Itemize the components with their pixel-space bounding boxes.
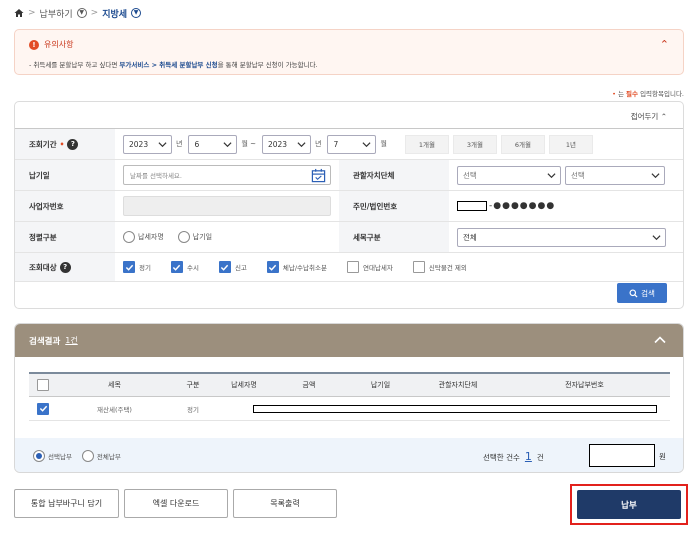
period-row: 조회기간 • ? 2023 년 6 월 ~ 2023 년 7 월 1개월 3개월 … (15, 129, 683, 160)
search-form-table: 조회기간 • ? 2023 년 6 월 ~ 2023 년 7 월 1개월 3개월 … (15, 128, 683, 282)
sort-taxpayer-radio[interactable]: 납세자명 (123, 231, 164, 243)
alert-icon: ! (29, 39, 39, 50)
search-button[interactable]: 검색 (617, 283, 667, 303)
due-date-input[interactable]: 날짜를 선택하세요. (123, 165, 331, 185)
amount-unit: 원 (659, 452, 666, 461)
due-date-row: 납기일 날짜를 선택하세요. 관할자치단체 선택 선택 (15, 160, 683, 191)
amount-field (589, 444, 655, 467)
tax-item-label: 세목구분 (339, 222, 449, 252)
sort-label: 정렬구분 (15, 222, 115, 252)
selected-count: 선택한 건수 1 건 (483, 450, 544, 463)
quick-1year-button[interactable]: 1년 (548, 134, 593, 154)
col-amount: 금액 (274, 372, 344, 397)
notice-box: ! 유의사항 - 취득세를 분할납부 하고 싶다면 부가서비스 > 취득세 분할… (14, 29, 684, 75)
quick-6month-button[interactable]: 6개월 (500, 134, 545, 154)
pay-button[interactable]: 납부 (577, 490, 681, 519)
pay-highlight: 납부 (570, 484, 688, 525)
target-trust-exclude-checkbox[interactable]: 신탁물건 제외 (412, 261, 467, 273)
add-to-cart-button[interactable]: 통합 납부바구니 담기 (14, 489, 119, 518)
agency-select-2[interactable]: 선택 (565, 165, 665, 185)
due-date-label: 납기일 (15, 160, 115, 190)
target-report-checkbox[interactable]: 신고 (218, 261, 247, 273)
notice-link[interactable]: 부가서비스 > 취득세 분할납부 신청 (119, 61, 217, 69)
period-label: 조회기간 • ? (15, 129, 115, 159)
from-month-select[interactable]: 6 (188, 134, 238, 154)
col-epay-no: 전자납부번호 (499, 372, 670, 397)
sort-row: 정렬구분 납세자명 납기일 세목구분 전체 (15, 222, 683, 253)
tax-item-select[interactable]: 전체 (457, 227, 666, 247)
target-adhoc-checkbox[interactable]: 수시 (170, 261, 199, 273)
col-tax-item: 세목 (57, 372, 172, 397)
target-joint-checkbox[interactable]: 연대납세자 (346, 261, 393, 273)
notice-title: ! 유의사항 (29, 39, 73, 50)
col-taxpayer: 납세자명 (214, 372, 274, 397)
col-type: 구분 (172, 372, 214, 397)
breadcrumb-local-tax[interactable]: 지방세 (102, 7, 127, 20)
required-note: • 는 필수 입력항목입니다. (612, 90, 684, 98)
results-footer: 선택납부 전체납부 선택한 건수 1 건 원 (15, 438, 683, 472)
redaction-bar (253, 405, 657, 413)
cell-tax-item: 재산세(주택) (57, 397, 172, 421)
calendar-icon[interactable] (311, 168, 326, 183)
notice-text: - 취득세를 분할납부 하고 싶다면 부가서비스 > 취득세 분할납부 신청을 … (29, 61, 318, 69)
target-label: 조회대상 ? (15, 253, 115, 281)
resident-no-label: 주민/법인번호 (339, 191, 449, 221)
from-year-select[interactable]: 2023 (123, 134, 172, 154)
row-checkbox[interactable] (37, 402, 49, 415)
search-icon (629, 288, 638, 298)
to-year-select[interactable]: 2023 (261, 134, 311, 154)
quick-1month-button[interactable]: 1개월 (404, 134, 449, 154)
select-all-checkbox[interactable] (37, 379, 49, 391)
collapse-button[interactable]: 접어두기 ⌃ (631, 111, 667, 122)
breadcrumb-separator: > (90, 8, 99, 18)
breadcrumb-separator: > (28, 8, 36, 18)
results-table: 세목 구분 납세자명 금액 납기일 관할자치단체 전자납부번호 재산세(주택) … (29, 372, 670, 421)
breadcrumb-pay[interactable]: 납부하기 (40, 7, 73, 20)
masked-block (457, 201, 487, 211)
target-regular-checkbox[interactable]: 정기 (123, 261, 151, 273)
chevron-up-icon[interactable] (653, 333, 667, 347)
table-header-row: 세목 구분 납세자명 금액 납기일 관할자치단체 전자납부번호 (29, 372, 670, 397)
to-month-select[interactable]: 7 (327, 134, 377, 154)
col-due-date: 납기일 (344, 372, 417, 397)
agency-select-1[interactable]: 선택 (457, 165, 561, 185)
agency-label: 관할자치단체 (339, 160, 449, 190)
breadcrumb: > 납부하기 ▼ > 지방세 ▼ (14, 6, 142, 20)
results-header: 검색결과 1건 (15, 324, 683, 357)
results-panel: 검색결과 1건 세목 구분 납세자명 금액 납기일 관할자치단체 전자납부번호 … (14, 323, 684, 473)
search-form: 접어두기 ⌃ 조회기간 • ? 2023 년 6 월 ~ 2023 년 7 월 1… (14, 101, 684, 309)
help-icon[interactable]: ? (67, 138, 79, 150)
chevron-down-icon[interactable]: ▼ (131, 8, 142, 18)
target-row: 조회대상 ? 정기 수시 신고 체납/수납취소분 연대납세자 신탁물건 제외 (15, 253, 683, 282)
pay-selected-radio[interactable]: 선택납부 (33, 450, 72, 462)
chevron-down-icon[interactable]: ▼ (76, 8, 87, 18)
quick-3month-button[interactable]: 3개월 (452, 134, 497, 154)
resident-no-value: -●●●●●●● (457, 201, 555, 211)
results-count: 1건 (65, 336, 78, 345)
cell-type: 정기 (172, 397, 214, 421)
print-list-button[interactable]: 목록출력 (233, 489, 337, 518)
help-icon[interactable]: ? (59, 261, 71, 273)
chevron-up-icon[interactable]: ⌃ (660, 38, 669, 51)
id-row: 사업자번호 주민/법인번호 -●●●●●●● (15, 191, 683, 222)
col-agency: 관할자치단체 (417, 372, 499, 397)
excel-download-button[interactable]: 엑셀 다운로드 (124, 489, 228, 518)
biz-no-input (123, 196, 331, 216)
pay-all-radio[interactable]: 전체납부 (81, 450, 121, 462)
target-arrears-checkbox[interactable]: 체납/수납취소분 (266, 261, 327, 273)
sort-duedate-radio[interactable]: 납기일 (177, 231, 212, 243)
home-icon[interactable] (14, 8, 24, 18)
biz-no-label: 사업자번호 (15, 191, 115, 221)
